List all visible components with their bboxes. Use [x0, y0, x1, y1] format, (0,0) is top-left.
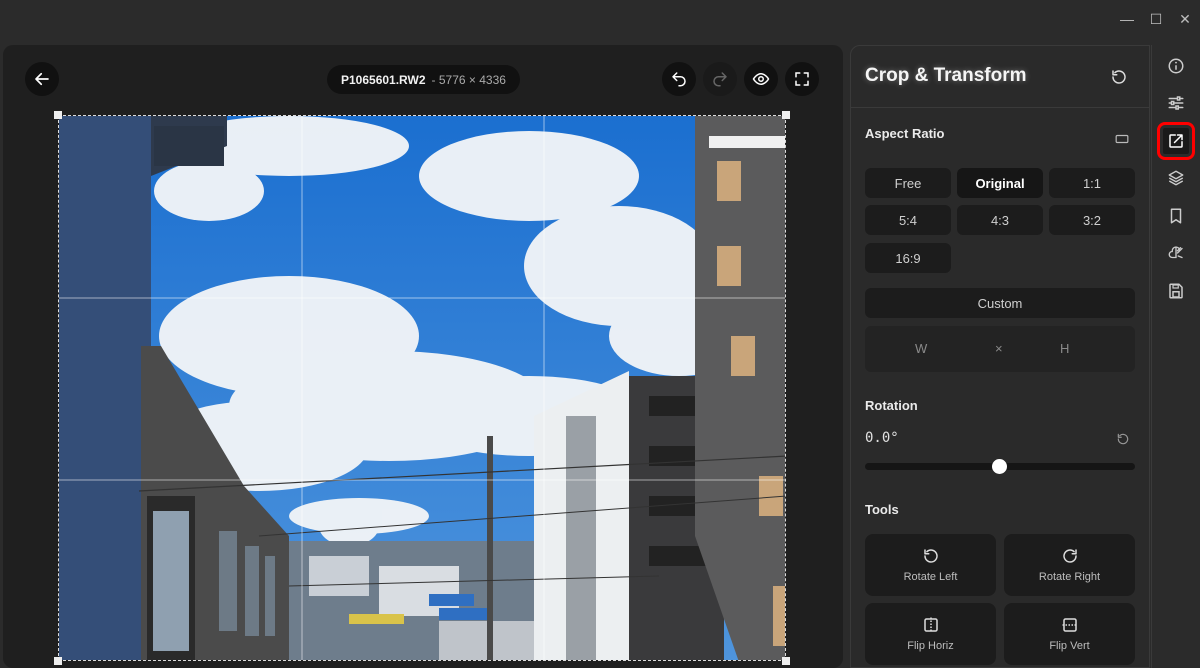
aspect-1-1-button[interactable]: 1:1	[1049, 168, 1135, 198]
minimize-button[interactable]: —	[1116, 8, 1138, 30]
rotate-left-label: Rotate Left	[903, 571, 958, 583]
save-icon[interactable]	[1163, 278, 1189, 304]
aspect-16-9-button[interactable]: 16:9	[865, 243, 951, 273]
undo-icon	[672, 72, 686, 87]
rotation-slider-thumb[interactable]	[992, 459, 1007, 474]
file-info-pill: P1065601.RW2 - 5776 × 4336	[327, 65, 520, 94]
redo-icon	[713, 72, 727, 87]
photo-image	[59, 116, 785, 660]
file-dimensions: - 5776 × 4336	[431, 72, 506, 87]
eye-icon	[752, 72, 770, 86]
rotate-right-icon	[1062, 549, 1077, 563]
flip-vert-button[interactable]: Flip Vert	[1004, 603, 1135, 665]
rotate-left-icon	[923, 549, 938, 563]
times-separator: ×	[995, 341, 1003, 356]
preview-toggle-button[interactable]	[744, 62, 778, 96]
flip-horizontal-icon	[923, 617, 938, 633]
minimize-icon: —	[1120, 11, 1134, 27]
aspect-free-button[interactable]: Free	[865, 168, 951, 198]
crop-handle-bottom-right[interactable]	[782, 657, 790, 665]
panel-title: Crop & Transform	[865, 65, 1027, 86]
aspect-5-4-button[interactable]: 5:4	[865, 205, 951, 235]
orientation-icon[interactable]	[1115, 132, 1129, 146]
aspect-3-2-button[interactable]: 3:2	[1049, 205, 1135, 235]
crop-transform-icon[interactable]	[1157, 122, 1195, 160]
layers-icon[interactable]	[1163, 165, 1189, 191]
rotation-reset-icon[interactable]	[1116, 432, 1130, 446]
title-bar: — ☐ ✕	[0, 0, 1200, 38]
bookmark-icon[interactable]	[1163, 203, 1189, 229]
rotation-title: Rotation	[865, 398, 918, 413]
tools-title: Tools	[865, 502, 899, 517]
close-button[interactable]: ✕	[1174, 8, 1196, 30]
fullscreen-icon	[795, 72, 809, 86]
undo-button[interactable]	[662, 62, 696, 96]
crop-handle-top-left[interactable]	[54, 111, 62, 119]
panel-header: Crop & Transform	[851, 46, 1149, 108]
ai-icon[interactable]	[1163, 240, 1189, 266]
crop-handle-top-right[interactable]	[782, 111, 790, 119]
crop-handle-bottom-left[interactable]	[54, 657, 62, 665]
rotate-right-button[interactable]: Rotate Right	[1004, 534, 1135, 596]
aspect-4-3-button[interactable]: 4:3	[957, 205, 1043, 235]
file-name: P1065601.RW2	[341, 72, 426, 87]
maximize-icon: ☐	[1149, 10, 1163, 27]
info-icon[interactable]	[1163, 53, 1189, 79]
flip-horiz-button[interactable]: Flip Horiz	[865, 603, 996, 665]
rotate-left-button[interactable]: Rotate Left	[865, 534, 996, 596]
fullscreen-button[interactable]	[785, 62, 819, 96]
back-button[interactable]	[25, 62, 59, 96]
adjustments-icon[interactable]	[1163, 90, 1189, 116]
custom-dimensions-box: W × H	[865, 326, 1135, 372]
flip-vert-label: Flip Vert	[1049, 640, 1090, 652]
image-canvas: P1065601.RW2 - 5776 × 4336	[3, 45, 843, 668]
crop-transform-panel: Crop & Transform Aspect Ratio Free Origi…	[850, 45, 1150, 668]
aspect-original-button[interactable]: Original	[957, 168, 1043, 198]
close-icon: ✕	[1179, 10, 1191, 27]
rotation-value: 0.0°	[865, 430, 899, 446]
reset-icon[interactable]	[1110, 68, 1128, 86]
redo-button[interactable]	[703, 62, 737, 96]
tool-rail	[1151, 45, 1200, 668]
width-field[interactable]: W	[915, 341, 927, 356]
back-arrow-icon	[35, 72, 49, 86]
maximize-button[interactable]: ☐	[1145, 8, 1167, 30]
flip-horiz-label: Flip Horiz	[907, 640, 954, 652]
aspect-custom-button[interactable]: Custom	[865, 288, 1135, 318]
height-field[interactable]: H	[1060, 341, 1069, 356]
flip-vertical-icon	[1062, 618, 1077, 632]
photo-preview[interactable]	[58, 115, 786, 661]
rotate-right-label: Rotate Right	[1038, 571, 1101, 583]
aspect-ratio-title: Aspect Ratio	[865, 126, 945, 141]
